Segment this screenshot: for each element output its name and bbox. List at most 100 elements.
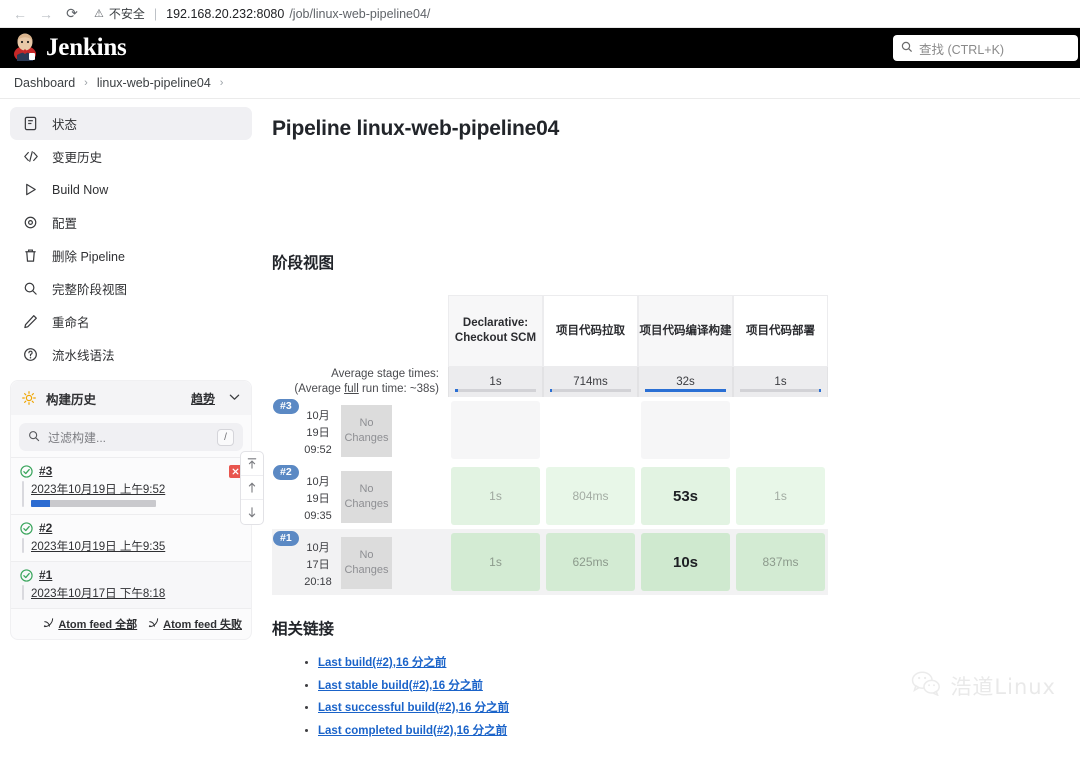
trend-link[interactable]: 趋势	[191, 390, 215, 407]
run-date-day: 19日	[306, 427, 330, 439]
build-history-item[interactable]: #1 2023年10月17日 下午8:18	[11, 561, 251, 608]
stage-cell[interactable]: 625ms	[543, 529, 638, 595]
document-status-icon	[22, 115, 39, 132]
search-input[interactable]: 查找 (CTRL+K)	[893, 35, 1078, 61]
browser-forward-button[interactable]: →	[34, 2, 58, 26]
last-stable-build-link[interactable]: Last stable build(#2),16 分之前	[318, 680, 483, 692]
browser-address-bar[interactable]: ⚠ 不安全 | 192.168.20.232:8080/job/linux-we…	[94, 3, 1072, 25]
chevron-right-icon-2[interactable]: ›	[220, 77, 224, 89]
run-label-cell[interactable]: #3 10月 19日 09:52 No Changes	[272, 397, 448, 463]
build-timestamp-link[interactable]: 2023年10月17日 下午8:18	[31, 585, 165, 601]
stage-cell-value	[546, 401, 635, 459]
average-run-time-label: (Average full run time: ~38s)	[294, 383, 439, 395]
stage-cell-value: 53s	[641, 467, 730, 525]
stage-column-header[interactable]: 项目代码编译构建	[638, 295, 733, 367]
stage-cell[interactable]: 1s	[448, 463, 543, 529]
average-value: 714ms	[573, 376, 608, 388]
run-number-badge[interactable]: #2	[273, 465, 299, 480]
stage-cell-value	[451, 401, 540, 459]
scroll-down-button[interactable]	[241, 500, 263, 524]
average-cell: 714ms	[543, 367, 638, 397]
run-date-day: 19日	[306, 493, 330, 505]
run-number-badge[interactable]: #3	[273, 399, 299, 414]
breadcrumb: Dashboard › linux-web-pipeline04 ›	[0, 68, 1080, 99]
run-changes-label: No Changes	[341, 537, 392, 589]
stage-cell-value: 837ms	[736, 533, 825, 591]
sidebar-item-configure[interactable]: 配置	[10, 206, 252, 239]
stage-cell[interactable]	[733, 397, 828, 463]
stage-cell[interactable]	[543, 397, 638, 463]
stage-run-row: #1 10月 17日 20:18 No Changes 1s 625ms 10s…	[272, 529, 828, 595]
atom-feed-footer: Atom feed 全部 Atom feed 失败	[11, 608, 251, 639]
sidebar-item-label: 完整阶段视图	[52, 283, 128, 297]
stage-cell[interactable]: 10s	[638, 529, 733, 595]
build-timestamp-link[interactable]: 2023年10月19日 上午9:52	[31, 481, 165, 497]
stage-cell-value: 1s	[451, 533, 540, 591]
build-timestamp-link[interactable]: 2023年10月19日 上午9:35	[31, 538, 165, 554]
stage-cell[interactable]: 837ms	[733, 529, 828, 595]
sidebar-item-full-stage-view[interactable]: 完整阶段视图	[10, 272, 252, 305]
build-history-panel: 构建历史 趋势 过滤构建... / #3 2023年10月19日 上午9:52 …	[10, 380, 264, 640]
breadcrumb-item-job[interactable]: linux-web-pipeline04	[97, 76, 211, 90]
sidebar: 状态 变更历史 Build Now 配置 删除 Pipeline 完整阶段视图 …	[0, 99, 264, 765]
build-history-header: 构建历史 趋势	[11, 381, 251, 415]
browser-back-button[interactable]: ←	[8, 2, 32, 26]
build-number-link[interactable]: #2	[39, 521, 52, 535]
scroll-to-top-button[interactable]	[241, 452, 263, 476]
build-number-link[interactable]: #1	[39, 568, 52, 582]
search-icon	[28, 430, 40, 445]
sun-icon	[22, 391, 36, 405]
breadcrumb-item-dashboard[interactable]: Dashboard	[14, 76, 75, 90]
last-successful-build-link[interactable]: Last successful build(#2),16 分之前	[318, 702, 509, 714]
sidebar-item-changes[interactable]: 变更历史	[10, 140, 252, 173]
filter-shortcut-badge: /	[217, 428, 234, 446]
build-history-title: 构建历史	[46, 392, 97, 407]
status-success-icon	[20, 568, 33, 582]
sidebar-item-status[interactable]: 状态	[10, 107, 252, 140]
stage-cell[interactable]	[638, 397, 733, 463]
list-item: Last completed build(#2),16 分之前	[318, 721, 1080, 739]
sidebar-item-delete-pipeline[interactable]: 删除 Pipeline	[10, 239, 252, 272]
scroll-up-button[interactable]	[241, 476, 263, 500]
sidebar-item-build-now[interactable]: Build Now	[10, 173, 252, 206]
stage-cell[interactable]	[448, 397, 543, 463]
browser-reload-button[interactable]: ⟳	[60, 2, 84, 26]
last-completed-build-link[interactable]: Last completed build(#2),16 分之前	[318, 725, 507, 737]
build-history-item[interactable]: #3 2023年10月19日 上午9:52	[11, 457, 251, 514]
list-item: Last build(#2),16 分之前	[318, 653, 1080, 671]
build-filter-input[interactable]: 过滤构建... /	[19, 423, 243, 451]
chevron-down-icon[interactable]	[229, 393, 240, 404]
jenkins-home-link[interactable]: Jenkins	[12, 31, 127, 66]
rss-icon	[148, 617, 159, 631]
chevron-right-icon: ›	[84, 77, 88, 89]
stage-column-header[interactable]: 项目代码拉取	[543, 295, 638, 367]
sidebar-item-rename[interactable]: 重命名	[10, 305, 252, 338]
run-label-cell[interactable]: #1 10月 17日 20:18 No Changes	[272, 529, 448, 595]
build-number-link[interactable]: #3	[39, 464, 52, 478]
stage-cell[interactable]: 1s	[733, 463, 828, 529]
security-label: 不安全	[108, 7, 145, 21]
average-cell: 1s	[733, 367, 828, 397]
stage-cell-value: 1s	[736, 467, 825, 525]
sidebar-item-pipeline-syntax[interactable]: 流水线语法	[10, 338, 252, 371]
reload-icon: ⟳	[66, 5, 78, 21]
atom-feed-all-link[interactable]: Atom feed 全部	[43, 616, 137, 632]
stage-column-header[interactable]: Declarative: Checkout SCM	[448, 295, 543, 367]
stage-cell[interactable]: 804ms	[543, 463, 638, 529]
atom-feed-failed-label: Atom feed 失败	[163, 619, 242, 631]
run-number-badge[interactable]: #1	[273, 531, 299, 546]
average-cell: 1s	[448, 367, 543, 397]
build-history-item[interactable]: #2 2023年10月19日 上午9:35	[11, 514, 251, 561]
build-progress-bar	[31, 500, 156, 507]
run-date: 10月 19日 09:35	[297, 474, 339, 525]
atom-feed-failed-link[interactable]: Atom feed 失败	[148, 616, 242, 632]
search-icon	[22, 280, 39, 297]
stage-column-header[interactable]: 项目代码部署	[733, 295, 828, 367]
stage-cell[interactable]: 1s	[448, 529, 543, 595]
last-build-link[interactable]: Last build(#2),16 分之前	[318, 657, 446, 669]
run-label-cell[interactable]: #2 10月 19日 09:35 No Changes	[272, 463, 448, 529]
url-path: /job/linux-web-pipeline04/	[289, 6, 431, 21]
stage-cell[interactable]: 53s	[638, 463, 733, 529]
average-bar	[550, 389, 631, 392]
run-time: 09:35	[304, 510, 332, 522]
